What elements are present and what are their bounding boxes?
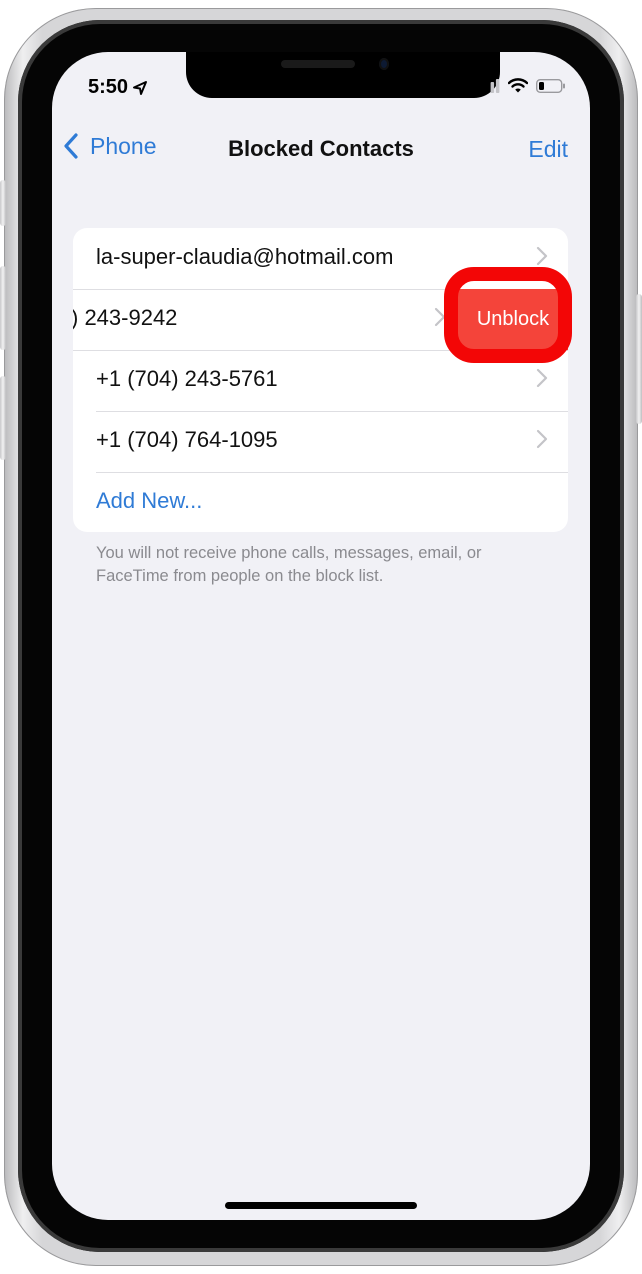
page-title: Blocked Contacts — [228, 136, 414, 161]
edit-button[interactable]: Edit — [528, 136, 568, 163]
highlight-ring-annotation — [444, 267, 572, 363]
notch — [186, 52, 500, 98]
contact-label: +1 (704) 764-1095 — [96, 427, 278, 452]
navigation-bar: Phone Blocked Contacts Edit — [52, 132, 590, 172]
earpiece-speaker — [281, 60, 355, 68]
chevron-right-icon — [536, 246, 548, 266]
volume-up-button — [0, 266, 6, 350]
cellular-signal-icon — [480, 78, 500, 93]
silent-switch — [0, 180, 6, 226]
status-time: 5:50 — [88, 76, 148, 99]
battery-low-icon — [536, 78, 565, 93]
contact-label: +1 (704) 243-5761 — [96, 366, 278, 391]
status-indicators — [480, 78, 566, 93]
add-new-button[interactable]: Add New... — [96, 488, 202, 514]
volume-down-button — [0, 376, 6, 460]
time-label: 5:50 — [88, 76, 129, 98]
power-button — [636, 294, 642, 424]
contact-label: la-super-claudia@hotmail.com — [96, 244, 394, 269]
home-indicator[interactable] — [225, 1202, 417, 1209]
chevron-right-icon — [536, 429, 548, 449]
block-list-footer-note: You will not receive phone calls, messag… — [96, 544, 482, 585]
divider — [96, 472, 568, 473]
front-camera — [379, 58, 389, 70]
chevron-right-icon — [536, 368, 548, 388]
location-arrow-icon — [133, 80, 148, 95]
contact-label: ) 243-9242 — [73, 305, 178, 330]
screen: 5:50 Phone Blocked Contacts Edit la-supe… — [52, 52, 590, 1220]
wifi-icon — [508, 78, 528, 93]
list-item[interactable]: +1 (704) 764-1095 — [73, 411, 568, 472]
